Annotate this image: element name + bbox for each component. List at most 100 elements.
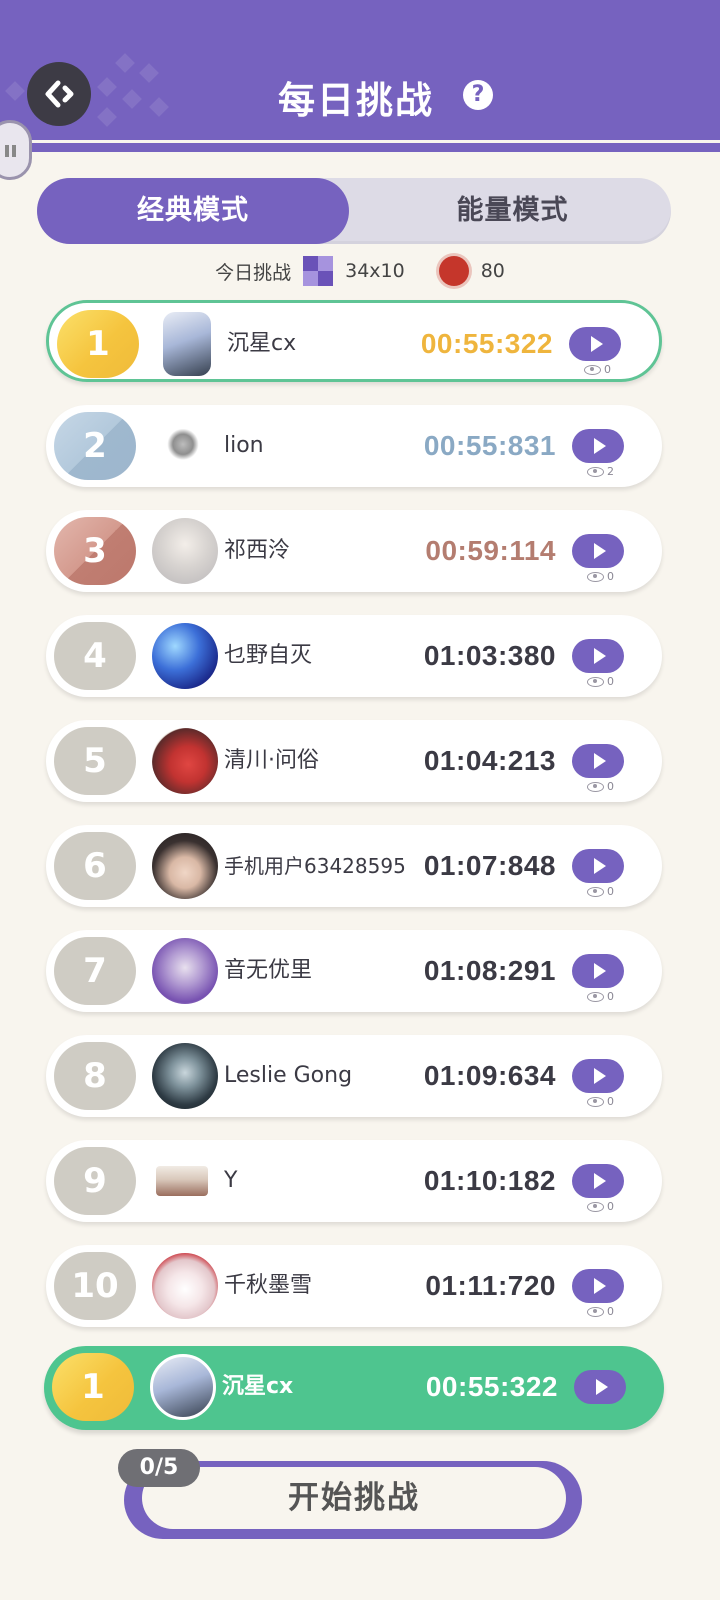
eye-icon: [587, 991, 604, 1002]
my-play-replay-button[interactable]: [574, 1370, 626, 1404]
leaderboard-row[interactable]: 10 千秋墨雪 01:11:720 0: [46, 1245, 662, 1327]
avatar: [152, 833, 218, 899]
play-replay-button[interactable]: [572, 954, 624, 988]
view-count: 0: [587, 1200, 614, 1213]
play-replay-button[interactable]: [572, 534, 624, 568]
eye-icon: [587, 1201, 604, 1212]
player-time: 00:55:322: [420, 328, 553, 359]
start-challenge-button[interactable]: 开始挑战: [142, 1467, 566, 1529]
player-time: 01:09:634: [423, 1060, 556, 1091]
view-count: 0: [587, 1095, 614, 1108]
player-name: 清川·问俗: [224, 748, 319, 773]
play-replay-button[interactable]: [572, 1269, 624, 1303]
player-time: 01:03:380: [423, 640, 556, 671]
leaderboard-row[interactable]: 3 祁西泠 00:59:114 0: [46, 510, 662, 592]
play-replay-button[interactable]: [572, 849, 624, 883]
eye-icon: [587, 571, 604, 582]
player-time: 01:08:291: [423, 955, 556, 986]
avatar: [152, 518, 218, 584]
challenge-info: 今日挑战 34x10 80: [0, 256, 720, 286]
avatar: [152, 728, 218, 794]
player-time: 00:59:114: [425, 535, 556, 566]
view-count: 0: [584, 363, 611, 376]
play-replay-button[interactable]: [572, 744, 624, 778]
play-replay-button[interactable]: [569, 327, 621, 361]
view-count: 0: [587, 1305, 614, 1318]
play-replay-button[interactable]: [572, 429, 624, 463]
player-name: 千秋墨雪: [224, 1273, 313, 1298]
avatar: [156, 1166, 208, 1196]
view-count: 0: [587, 885, 614, 898]
rank-badge: 10: [54, 1252, 136, 1320]
rank-badge: 4: [54, 622, 136, 690]
my-rank-badge: 1: [52, 1353, 134, 1421]
eye-icon: [587, 1096, 604, 1107]
mine-count-value: 80: [480, 260, 505, 282]
player-name: 音无优里: [224, 958, 313, 983]
my-player-name: 沉星cx: [222, 1374, 294, 1399]
challenge-label: 今日挑战: [215, 261, 292, 284]
player-time: 01:10:182: [423, 1165, 556, 1196]
rank-badge: 8: [54, 1042, 136, 1110]
rank-badge: 7: [54, 937, 136, 1005]
leaderboard-row[interactable]: 5 清川·问俗 01:04:213 0: [46, 720, 662, 802]
leaderboard-row[interactable]: 2 lion 00:55:831 2: [46, 405, 662, 487]
tab-classic-mode[interactable]: 经典模式: [37, 178, 349, 244]
player-time: 01:07:848: [423, 850, 556, 881]
leaderboard-row[interactable]: 8 Leslie Gong 01:09:634 0: [46, 1035, 662, 1117]
avatar: [152, 1253, 218, 1319]
avatar: [152, 938, 218, 1004]
player-name: 手机用户63428595: [224, 854, 406, 878]
rank-badge: 3: [54, 517, 136, 585]
board-size-icon: [303, 256, 334, 286]
player-name: Y: [224, 1168, 238, 1193]
player-name: 乜野自灭: [224, 643, 313, 668]
leaderboard-row[interactable]: 9 Y 01:10:182 0: [46, 1140, 662, 1222]
player-time: 01:04:213: [423, 745, 556, 776]
eye-icon: [587, 1306, 604, 1317]
leaderboard-row[interactable]: 1 沉星cx 00:55:322 0: [46, 300, 662, 382]
mode-tabs: 经典模式 能量模式: [37, 178, 671, 244]
rank-badge: 2: [54, 412, 136, 480]
play-replay-button[interactable]: [572, 639, 624, 673]
view-count: 0: [587, 675, 614, 688]
player-name: 祁西泠: [224, 538, 291, 563]
my-avatar: [150, 1354, 216, 1420]
player-time: 00:55:831: [423, 430, 556, 461]
help-icon[interactable]: ?: [463, 80, 493, 110]
side-menu-handle[interactable]: [0, 120, 32, 180]
player-time: 01:11:720: [425, 1270, 556, 1301]
rank-badge: 1: [57, 310, 139, 378]
tab-energy-mode[interactable]: 能量模式: [354, 178, 671, 244]
leaderboard-row[interactable]: 7 音无优里 01:08:291 0: [46, 930, 662, 1012]
page-title: 每日挑战: [278, 79, 434, 122]
play-replay-button[interactable]: [572, 1059, 624, 1093]
board-size-value: 34x10: [345, 260, 405, 282]
leaderboard-row[interactable]: 6 手机用户63428595 01:07:848 0: [46, 825, 662, 907]
header-divider: [0, 140, 720, 143]
leaderboard-row[interactable]: 4 乜野自灭 01:03:380 0: [46, 615, 662, 697]
my-player-time: 00:55:322: [425, 1371, 558, 1402]
attempts-counter: 0/5: [118, 1449, 200, 1487]
avatar: [152, 1043, 218, 1109]
header-bar: 每日挑战 ?: [0, 0, 720, 146]
rank-badge: 6: [54, 832, 136, 900]
view-count: 0: [587, 780, 614, 793]
avatar: [152, 623, 218, 689]
eye-icon: [587, 676, 604, 687]
player-name: 沉星cx: [227, 331, 297, 356]
header-underline: [0, 146, 720, 152]
avatar: [163, 312, 211, 376]
rank-badge: 9: [54, 1147, 136, 1215]
mine-icon: [438, 256, 469, 286]
view-count: 2: [587, 465, 614, 478]
view-count: 0: [587, 570, 614, 583]
play-replay-button[interactable]: [572, 1164, 624, 1198]
my-record-row[interactable]: 1 沉星cx 00:55:322: [44, 1346, 664, 1430]
rank-badge: 5: [54, 727, 136, 795]
player-name: Leslie Gong: [224, 1063, 353, 1088]
eye-icon: [584, 364, 601, 375]
eye-icon: [587, 466, 604, 477]
view-count: 0: [587, 990, 614, 1003]
eye-icon: [587, 886, 604, 897]
